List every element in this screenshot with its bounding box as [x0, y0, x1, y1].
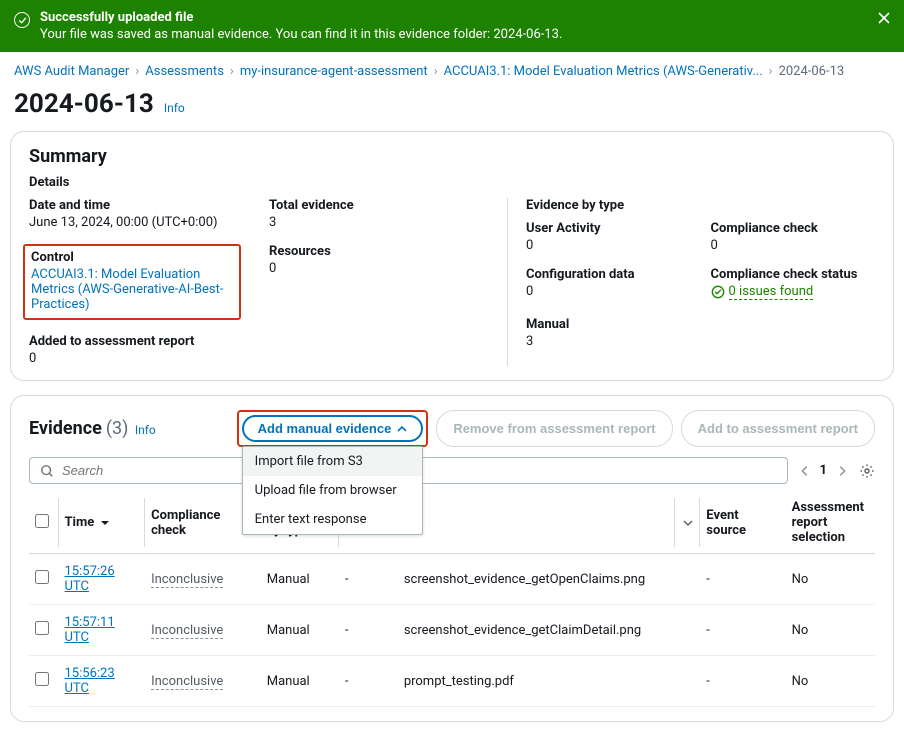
breadcrumb-link-assessment[interactable]: my-insurance-agent-assessment — [240, 64, 428, 79]
assessment-report-selection: No — [786, 554, 875, 605]
evidence-card: Evidence (3) Info Add manual evidence Im… — [10, 395, 894, 722]
evidence-name: prompt_testing.pdf — [398, 656, 675, 707]
evidence-type: Manual — [261, 605, 339, 656]
chevron-right-icon: › — [135, 64, 139, 79]
event-source: - — [700, 605, 785, 656]
data-source: - — [339, 554, 398, 605]
flash-message: Your file was saved as manual evidence. … — [40, 27, 890, 42]
evidence-type: Manual — [261, 656, 339, 707]
time-link[interactable]: 15:57:26 UTC — [65, 564, 115, 594]
search-icon — [40, 464, 54, 478]
event-source: - — [700, 656, 785, 707]
gear-icon[interactable] — [859, 463, 875, 479]
kv-resources: Resources 0 — [269, 244, 489, 320]
evidence-info-link[interactable]: Info — [135, 423, 156, 437]
page-next-icon[interactable] — [835, 464, 849, 478]
assessment-report-selection: No — [786, 605, 875, 656]
caret-up-icon — [397, 424, 407, 434]
kv-total-evidence: Total evidence 3 — [269, 198, 489, 230]
breadcrumb: AWS Audit Manager › Assessments › my-ins… — [0, 52, 904, 85]
kv-control: Control ACCUAI3.1: Model Evaluation Metr… — [23, 244, 241, 320]
kv-datetime: Date and time June 13, 2024, 00:00 (UTC+… — [29, 198, 249, 230]
kv-added-report: Added to assessment report 0 — [29, 334, 249, 366]
evidence-name: screenshot_evidence_getOpenClaims.png — [398, 554, 675, 605]
compliance-status: Inconclusive — [151, 572, 223, 588]
col-assessment-report-selection[interactable]: Assessment report selection — [786, 492, 875, 554]
col-blank-sort[interactable] — [675, 492, 701, 554]
menu-import-s3[interactable]: Import file from S3 — [243, 447, 423, 476]
remove-from-report-button[interactable]: Remove from assessment report — [436, 410, 672, 447]
menu-upload-browser[interactable]: Upload file from browser — [243, 476, 423, 505]
select-all-checkbox[interactable] — [35, 514, 49, 528]
assessment-report-selection: No — [786, 656, 875, 707]
breadcrumb-link-assessments[interactable]: Assessments — [145, 64, 224, 79]
breadcrumb-current: 2024-06-13 — [779, 64, 845, 79]
row-checkbox[interactable] — [35, 672, 49, 686]
data-source: - — [339, 656, 398, 707]
close-icon[interactable] — [876, 10, 892, 26]
time-link[interactable]: 15:56:23 UTC — [65, 666, 115, 696]
col-event-source[interactable]: Event source — [700, 492, 785, 554]
success-check-icon — [14, 12, 30, 28]
row-checkbox[interactable] — [35, 570, 49, 584]
compliance-status: Inconclusive — [151, 623, 223, 639]
evidence-count: (3) — [106, 418, 129, 439]
data-source: - — [339, 605, 398, 656]
table-row: 15:57:11 UTCInconclusiveManual-screensho… — [29, 605, 875, 656]
kv-config-data: Configuration data 0 — [526, 267, 691, 303]
page-title: 2024-06-13 — [14, 89, 154, 119]
menu-enter-text[interactable]: Enter text response — [243, 505, 423, 534]
evidence-type-header: Evidence by type — [526, 198, 875, 213]
evidence-type: Manual — [261, 554, 339, 605]
kv-cc-status: Compliance check status 0 issues found — [711, 267, 876, 303]
add-manual-evidence-dropdown: Add manual evidence Import file from S3 … — [237, 410, 429, 447]
add-manual-evidence-button[interactable]: Add manual evidence — [242, 415, 424, 442]
summary-heading: Summary — [29, 146, 875, 167]
kv-user-activity: User Activity 0 — [526, 221, 691, 253]
col-time[interactable]: Time — [59, 492, 146, 554]
col-evidence-name[interactable] — [398, 492, 675, 554]
dropdown-menu: Import file from S3 Upload file from bro… — [242, 446, 424, 535]
chevron-right-icon: › — [230, 64, 234, 79]
breadcrumb-link-control[interactable]: ACCUAI3.1: Model Evaluation Metrics (AWS… — [444, 64, 763, 79]
issues-link[interactable]: 0 issues found — [729, 284, 814, 300]
success-flash: Successfully uploaded file Your file was… — [0, 0, 904, 52]
compliance-status: Inconclusive — [151, 674, 223, 690]
evidence-heading: Evidence — [29, 418, 102, 439]
info-link[interactable]: Info — [164, 101, 185, 115]
details-label: Details — [29, 175, 875, 190]
sort-desc-icon — [100, 518, 110, 528]
event-source: - — [700, 554, 785, 605]
row-checkbox[interactable] — [35, 621, 49, 635]
col-select-all — [29, 492, 59, 554]
flash-title: Successfully uploaded file — [40, 10, 890, 25]
table-row: 15:57:26 UTCInconclusiveManual-screensho… — [29, 554, 875, 605]
add-to-report-button[interactable]: Add to assessment report — [681, 410, 875, 447]
breadcrumb-link-root[interactable]: AWS Audit Manager — [14, 64, 129, 79]
time-link[interactable]: 15:57:11 UTC — [65, 615, 115, 645]
summary-card: Summary Details Date and time June 13, 2… — [10, 131, 894, 381]
status-ok-icon — [711, 285, 725, 299]
kv-compliance-check: Compliance check 0 — [711, 221, 876, 253]
page-number: 1 — [820, 463, 827, 478]
sort-icon — [683, 518, 693, 528]
vertical-divider — [507, 198, 508, 366]
chevron-right-icon: › — [769, 64, 773, 79]
table-row: 15:56:23 UTCInconclusiveManual-prompt_te… — [29, 656, 875, 707]
evidence-name: screenshot_evidence_getClaimDetail.png — [398, 605, 675, 656]
evidence-table: Time Compliance check Evidence by type D… — [29, 492, 875, 707]
chevron-right-icon: › — [434, 64, 438, 79]
control-link[interactable]: ACCUAI3.1: Model Evaluation Metrics (AWS… — [31, 267, 223, 312]
pager: 1 — [798, 463, 849, 478]
page-prev-icon[interactable] — [798, 464, 812, 478]
kv-manual: Manual 3 — [526, 317, 691, 349]
